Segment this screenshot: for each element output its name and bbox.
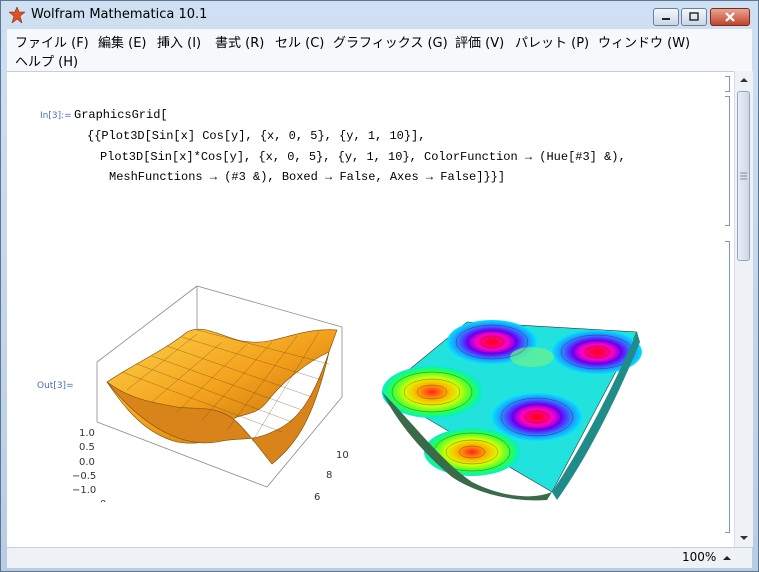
menu-graphics[interactable]: グラフィックス (G) [333,32,448,51]
menu-evaluation[interactable]: 評価 (V) [455,32,504,51]
menu-file[interactable]: ファイル (F) [15,32,89,51]
output-cell-bracket[interactable] [725,241,730,533]
menu-help[interactable]: ヘルプ (H) [15,51,78,70]
minimize-icon [662,18,670,20]
input-line-2-text: {{Plot3D[Sin[x] Cos[y], {x, 0, 5}, {y, 1… [87,129,426,143]
valley-region [510,347,554,367]
plot3d-orange-surface[interactable]: 1.0 0.5 0.0 −0.5 −1.0 0 2 4 2 4 6 8 10 [67,272,357,502]
z-axis-ticks: 1.0 0.5 0.0 −0.5 −1.0 [72,428,96,496]
vertical-scrollbar[interactable] [734,71,753,547]
input-line-3[interactable]: Plot3D[Sin[x]*Cos[y], {x, 0, 5}, {y, 1, … [100,150,626,164]
menu-insert[interactable]: 挿入 (I) [157,32,201,51]
input-cell-bracket[interactable] [725,76,730,92]
scroll-thumb[interactable] [737,91,750,261]
input-line-1[interactable]: GraphicsGrid[ [74,108,168,122]
close-button[interactable] [710,8,750,26]
menu-palettes[interactable]: パレット (P) [515,32,589,51]
mathematica-window: Wolfram Mathematica 10.1 ファイル (F) 編集 (E)… [0,0,759,572]
plot3d-hue-surface[interactable] [372,312,642,502]
title-bar: Wolfram Mathematica 10.1 [1,1,758,29]
menu-format[interactable]: 書式 (R) [215,32,264,51]
minimize-button[interactable] [653,8,679,26]
notebook-content[interactable]: In[3]:= GraphicsGrid[ {{Plot3D[Sin[x] Co… [7,71,734,548]
peak-region [492,393,582,441]
input-line-2[interactable]: {{Plot3D[Sin[x] Cos[y], {x, 0, 5}, {y, 1… [87,129,425,143]
y-axis-ticks: 2 4 6 8 10 [314,450,349,502]
close-icon [725,12,735,22]
z-tick-label: 0.0 [79,457,95,468]
maximize-icon [689,12,699,21]
input-line-4[interactable]: MeshFunctions → (#3 &), Boxed → False, A… [109,170,505,184]
x-tick-label: 0 [100,499,106,502]
grip-icon [740,172,747,180]
input-cell-label: In[3]:= [40,111,72,121]
y-tick-label: 6 [314,492,320,502]
menu-cell[interactable]: セル (C) [275,32,324,51]
window-title: Wolfram Mathematica 10.1 [31,7,208,22]
maximize-button[interactable] [681,8,707,26]
group-cell-bracket[interactable] [725,96,730,226]
status-bar: 100% [7,547,752,568]
z-tick-label: 0.5 [79,442,95,453]
menu-bar: ファイル (F) 編集 (E) 挿入 (I) 書式 (R) セル (C) グラフ… [7,29,752,71]
scroll-up-icon[interactable] [735,73,753,87]
mathematica-logo-icon [9,7,25,23]
menu-window[interactable]: ウィンドウ (W) [598,32,690,51]
zoom-level[interactable]: 100% [682,550,716,564]
y-tick-label: 10 [336,450,349,461]
valley-region [424,428,520,476]
z-tick-label: −1.0 [72,485,96,496]
x-axis-ticks: 0 2 4 [100,499,106,502]
z-tick-label: −0.5 [72,471,96,482]
scroll-down-icon[interactable] [735,531,753,545]
y-tick-label: 8 [326,470,332,481]
zoom-menu-icon[interactable] [722,553,732,563]
z-tick-label: 1.0 [79,428,95,439]
menu-edit[interactable]: 編集 (E) [98,32,147,51]
